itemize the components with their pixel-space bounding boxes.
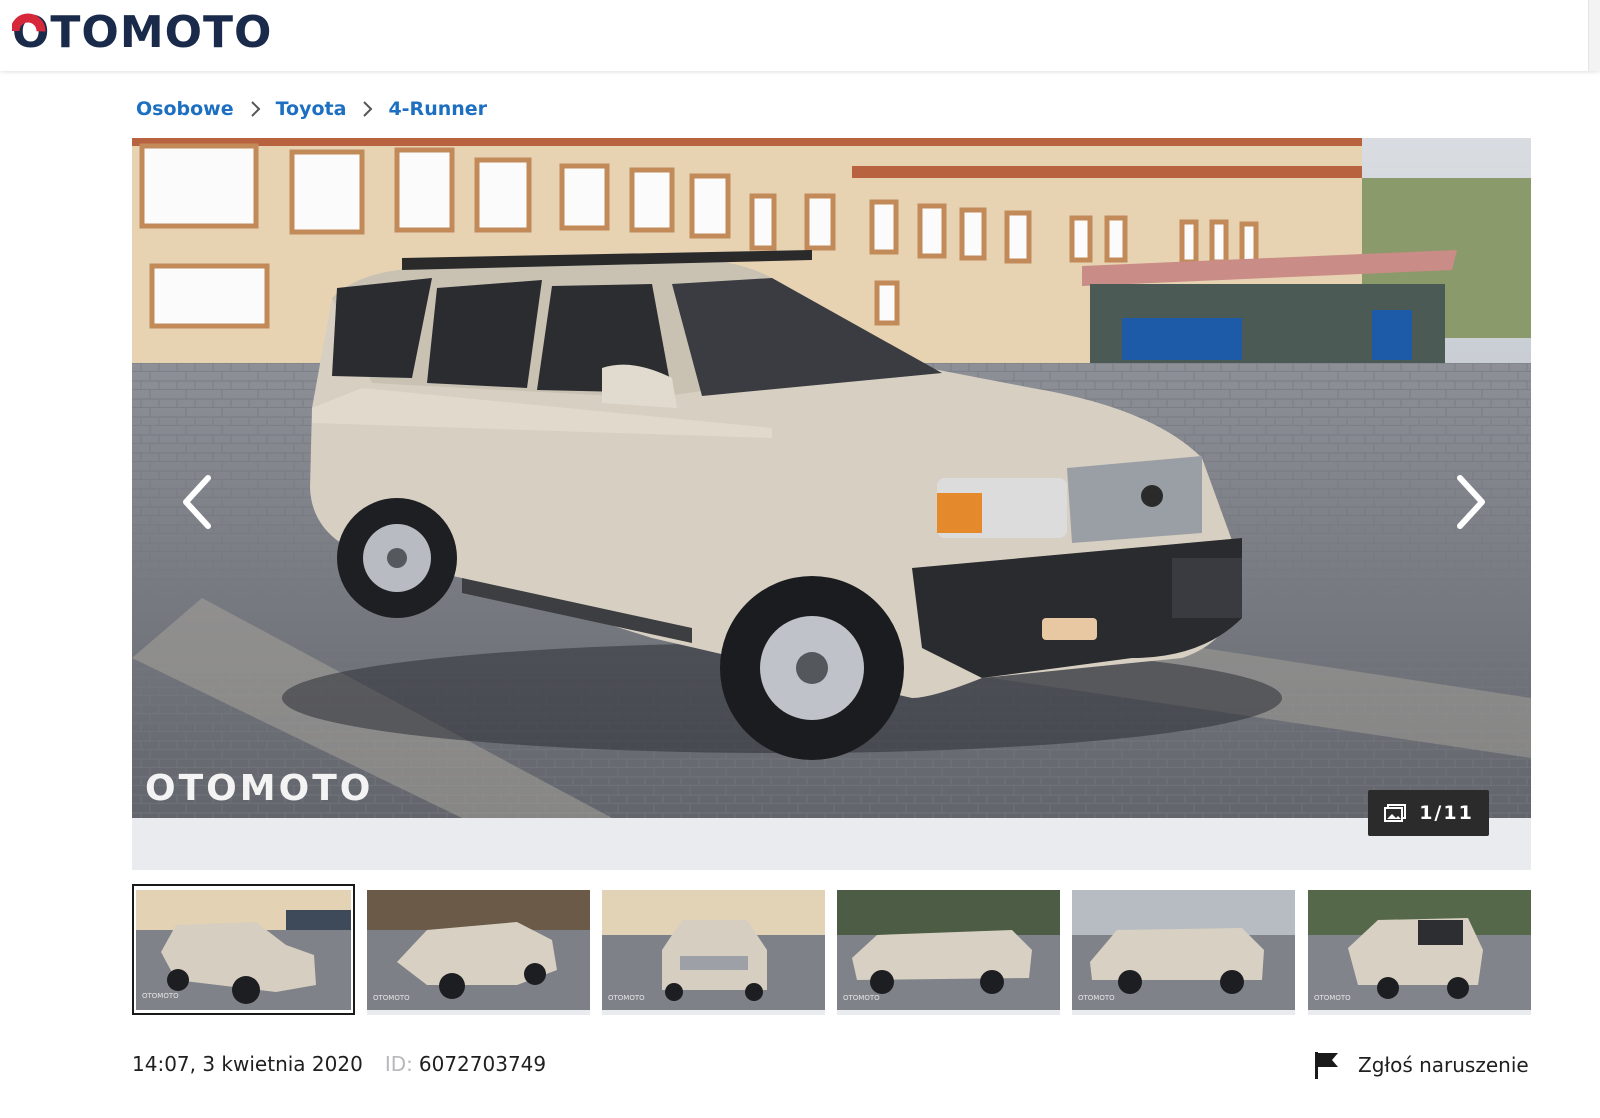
chevron-left-icon bbox=[183, 475, 211, 529]
thumbnail-image: OTOMOTO bbox=[602, 890, 825, 1010]
photo-counter[interactable]: 1/11 bbox=[1368, 790, 1489, 836]
prev-photo-button[interactable] bbox=[156, 462, 236, 542]
photo-caption-strip bbox=[132, 818, 1531, 870]
report-violation-button[interactable]: Zgłoś naruszenie bbox=[1312, 1048, 1529, 1082]
thumbnail-image: OTOMOTO bbox=[837, 890, 1060, 1010]
thumbnail-3[interactable]: OTOMOTO bbox=[602, 884, 825, 1015]
listing-meta: 14:07, 3 kwietnia 2020 ID: 6072703749 bbox=[132, 1050, 546, 1078]
thumbnail-image: OTOMOTO bbox=[367, 890, 590, 1010]
logo-text: OTOMOTO bbox=[12, 9, 272, 53]
thumbnail-strip: OTOMOTO OTOMOTO OTOMOTO OTOMOTO OTOMOTO … bbox=[132, 884, 1531, 1015]
site-header: OTOMOTO bbox=[0, 0, 1600, 71]
otomoto-logo[interactable]: OTOMOTO bbox=[12, 9, 287, 53]
report-violation-label: Zgłoś naruszenie bbox=[1358, 1053, 1529, 1077]
breadcrumb-4-runner[interactable]: 4-Runner bbox=[388, 98, 487, 120]
svg-text:OTOMOTO: OTOMOTO bbox=[608, 994, 645, 1002]
svg-text:OTOMOTO: OTOMOTO bbox=[1078, 994, 1115, 1002]
photo-counter-text: 1/11 bbox=[1419, 802, 1474, 824]
thumbnail-image: OTOMOTO bbox=[1308, 890, 1531, 1010]
next-photo-button[interactable] bbox=[1432, 462, 1512, 542]
svg-text:OTOMOTO: OTOMOTO bbox=[373, 994, 410, 1002]
thumbnail-1[interactable]: OTOMOTO bbox=[132, 884, 355, 1015]
thumbnail-5[interactable]: OTOMOTO bbox=[1072, 884, 1295, 1015]
thumbnail-4[interactable]: OTOMOTO bbox=[837, 884, 1060, 1015]
main-photo[interactable] bbox=[132, 138, 1531, 818]
thumbnail-image: OTOMOTO bbox=[1072, 890, 1295, 1010]
photo-watermark: OTOMOTO bbox=[145, 768, 374, 809]
thumbnail-image: OTOMOTO bbox=[136, 890, 351, 1010]
breadcrumb-toyota[interactable]: Toyota bbox=[276, 98, 347, 120]
car-photo bbox=[132, 138, 1531, 818]
chevron-right-icon bbox=[346, 100, 388, 118]
listing-datetime: 14:07, 3 kwietnia 2020 bbox=[132, 1052, 363, 1076]
chevron-right-icon bbox=[1457, 475, 1485, 529]
photos-icon bbox=[1384, 804, 1407, 822]
chevron-right-icon bbox=[234, 100, 276, 118]
window-scrollbar[interactable] bbox=[1588, 0, 1600, 71]
breadcrumb-osobowe[interactable]: Osobowe bbox=[136, 98, 234, 120]
svg-text:OTOMOTO: OTOMOTO bbox=[142, 992, 179, 1000]
thumbnail-2[interactable]: OTOMOTO bbox=[367, 884, 590, 1015]
flag-icon bbox=[1315, 1052, 1338, 1079]
svg-text:OTOMOTO: OTOMOTO bbox=[1314, 994, 1351, 1002]
svg-text:OTOMOTO: OTOMOTO bbox=[843, 994, 880, 1002]
listing-id-label: ID: bbox=[384, 1052, 413, 1076]
breadcrumb: Osobowe Toyota 4-Runner bbox=[136, 96, 487, 122]
listing-id-value: 6072703749 bbox=[418, 1052, 547, 1076]
thumbnail-6[interactable]: OTOMOTO bbox=[1308, 884, 1531, 1015]
